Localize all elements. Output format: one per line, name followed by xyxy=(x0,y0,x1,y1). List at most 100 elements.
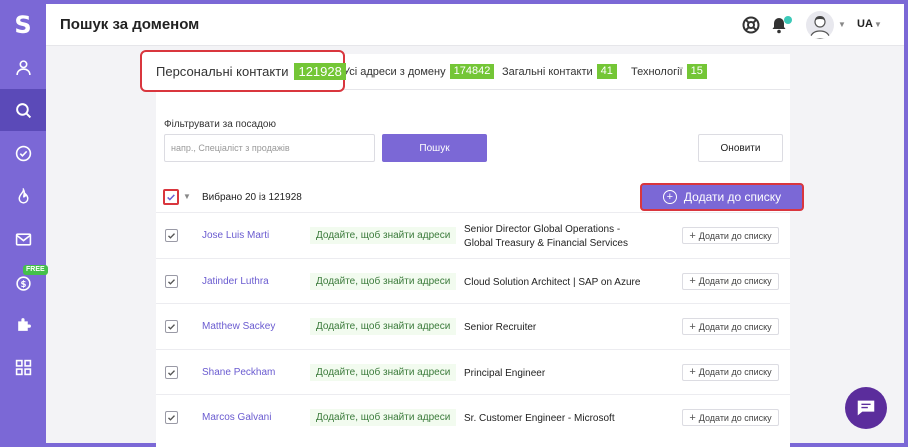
row-add-to-list-button[interactable]: + Додати до списку xyxy=(682,363,779,381)
avatar[interactable] xyxy=(806,11,834,39)
select-all-checkbox[interactable] xyxy=(163,189,179,205)
plus-icon: + xyxy=(689,229,696,242)
search-icon xyxy=(15,102,31,118)
row-checkbox[interactable] xyxy=(165,320,178,333)
address-hint: Додайте, щоб знайти адреси xyxy=(310,227,457,244)
table-row: Jose Luis Marti Додайте, щоб знайти адре… xyxy=(156,212,790,258)
contacts-table: Jose Luis Marti Додайте, щоб знайти адре… xyxy=(156,212,790,440)
contact-name-link[interactable]: Matthew Sackey xyxy=(202,321,275,332)
contact-position: Cloud Solution Architect | SAP on Azure xyxy=(464,276,641,288)
table-row: Jatinder Luthra Додайте, щоб знайти адре… xyxy=(156,257,790,304)
search-button[interactable]: Пошук xyxy=(382,134,487,162)
add-to-list-button[interactable]: + Додати до списку xyxy=(640,183,804,211)
grid-icon xyxy=(15,359,31,375)
tab-count: 121928 xyxy=(294,62,346,80)
svg-text:$: $ xyxy=(20,279,26,289)
plus-icon: + xyxy=(689,411,696,424)
checkmark-icon xyxy=(167,194,175,201)
contact-position: Senior Recruiter xyxy=(464,322,537,333)
table-row: Shane Peckham Додайте, щоб знайти адреси… xyxy=(156,348,790,395)
checkmark-icon xyxy=(168,415,175,421)
chat-bubble-icon xyxy=(857,400,875,416)
row-add-to-list-button[interactable]: + Додати до списку xyxy=(682,318,779,335)
chevron-down-icon[interactable]: ▼ xyxy=(874,20,882,29)
sidebar: S $ FREE xyxy=(0,0,48,447)
results-panel: Усі адреси з домену 174842 Загальні конт… xyxy=(140,50,804,447)
app-logo[interactable]: S xyxy=(0,10,46,40)
sidebar-item-warmup[interactable] xyxy=(0,175,46,217)
checkmark-icon xyxy=(168,324,175,330)
sidebar-item-apps[interactable] xyxy=(0,346,46,388)
table-row: Marcos Galvani Додайте, щоб знайти адрес… xyxy=(156,394,790,440)
table-row: Matthew Sackey Додайте, щоб знайти адрес… xyxy=(156,303,790,349)
contact-position: Sr. Customer Engineer - Microsoft xyxy=(464,413,615,424)
row-checkbox[interactable] xyxy=(165,274,178,288)
user-avatar-icon xyxy=(809,16,831,39)
tab-all-addresses[interactable]: Усі адреси з домену 174842 xyxy=(343,64,495,79)
add-to-list-label: Додати до списку xyxy=(683,190,782,204)
row-add-label: Додати до списку xyxy=(698,367,772,377)
contact-name-link[interactable]: Jose Luis Marti xyxy=(202,230,269,241)
tab-technologies[interactable]: Технології 15 xyxy=(631,64,707,79)
sidebar-item-search[interactable] xyxy=(0,89,46,131)
tab-count: 174842 xyxy=(449,64,495,79)
tab-personal-contacts[interactable]: Персональні контакти 121928 xyxy=(140,50,346,92)
tab-bar: Усі адреси з домену 174842 Загальні конт… xyxy=(140,50,790,92)
plus-circle-icon: + xyxy=(662,190,677,204)
row-add-label: Додати до списку xyxy=(698,321,772,332)
filter-label: Фільтрувати за посадою xyxy=(164,119,276,130)
contact-name-link[interactable]: Marcos Galvani xyxy=(202,412,271,423)
plus-icon: + xyxy=(689,366,696,378)
refresh-button[interactable]: Оновити xyxy=(698,134,783,162)
tab-label: Персональні контакти xyxy=(156,63,289,79)
row-add-label: Додати до списку xyxy=(698,230,772,241)
chat-widget-button[interactable] xyxy=(845,387,887,429)
contact-name-link[interactable]: Shane Peckham xyxy=(202,367,275,378)
page-title: Пошук за доменом xyxy=(60,16,200,33)
tab-label: Технології xyxy=(631,65,683,78)
language-selector[interactable]: UA xyxy=(857,18,873,30)
row-checkbox[interactable] xyxy=(165,365,178,379)
puzzle-icon xyxy=(17,317,31,331)
row-checkbox[interactable] xyxy=(165,229,178,242)
checkmark-icon xyxy=(168,233,175,239)
address-hint: Додайте, щоб знайти адреси xyxy=(310,318,457,335)
flame-icon xyxy=(18,187,28,204)
selection-count: Вибрано 20 із 121928 xyxy=(202,192,302,203)
support-icon[interactable] xyxy=(741,15,761,35)
row-add-to-list-button[interactable]: + Додати до списку xyxy=(682,409,779,426)
plus-icon: + xyxy=(689,275,696,287)
address-hint: Додайте, щоб знайти адреси xyxy=(310,409,457,426)
tab-label: Загальні контакти xyxy=(502,65,593,78)
dollar-icon: $ xyxy=(15,275,31,291)
tab-count: 15 xyxy=(686,64,707,79)
chevron-down-icon[interactable]: ▼ xyxy=(183,192,191,201)
row-add-to-list-button[interactable]: + Додати до списку xyxy=(682,227,779,244)
position-filter-input[interactable] xyxy=(164,134,375,162)
contact-position: Senior Director Global Operations - Glob… xyxy=(464,224,628,249)
top-header: Пошук за доменом ▼ UA ▼ xyxy=(46,4,904,46)
tab-count: 41 xyxy=(596,64,617,79)
row-add-label: Додати до списку xyxy=(698,412,772,423)
free-badge: FREE xyxy=(23,265,48,275)
sidebar-item-email[interactable] xyxy=(0,218,46,260)
person-icon xyxy=(15,59,31,75)
sidebar-item-integrations[interactable] xyxy=(0,303,46,345)
row-add-label: Додати до списку xyxy=(698,276,772,286)
tab-label: Усі адреси з домену xyxy=(343,65,446,78)
row-checkbox[interactable] xyxy=(165,411,178,424)
frame-right xyxy=(904,0,908,447)
address-hint: Додайте, щоб знайти адреси xyxy=(310,363,457,381)
plus-icon: + xyxy=(689,320,696,333)
sidebar-item-verify[interactable] xyxy=(0,132,46,174)
checkmark-icon xyxy=(168,278,175,285)
sidebar-item-contacts[interactable] xyxy=(0,46,46,88)
contact-position: Principal Engineer xyxy=(464,367,546,379)
check-circle-icon xyxy=(15,145,31,161)
tab-general-contacts[interactable]: Загальні контакти 41 xyxy=(502,64,617,79)
mail-icon xyxy=(15,232,31,246)
chevron-down-icon[interactable]: ▼ xyxy=(838,20,846,29)
row-add-to-list-button[interactable]: + Додати до списку xyxy=(682,272,779,290)
contact-name-link[interactable]: Jatinder Luthra xyxy=(202,276,269,287)
address-hint: Додайте, щоб знайти адреси xyxy=(310,272,457,290)
